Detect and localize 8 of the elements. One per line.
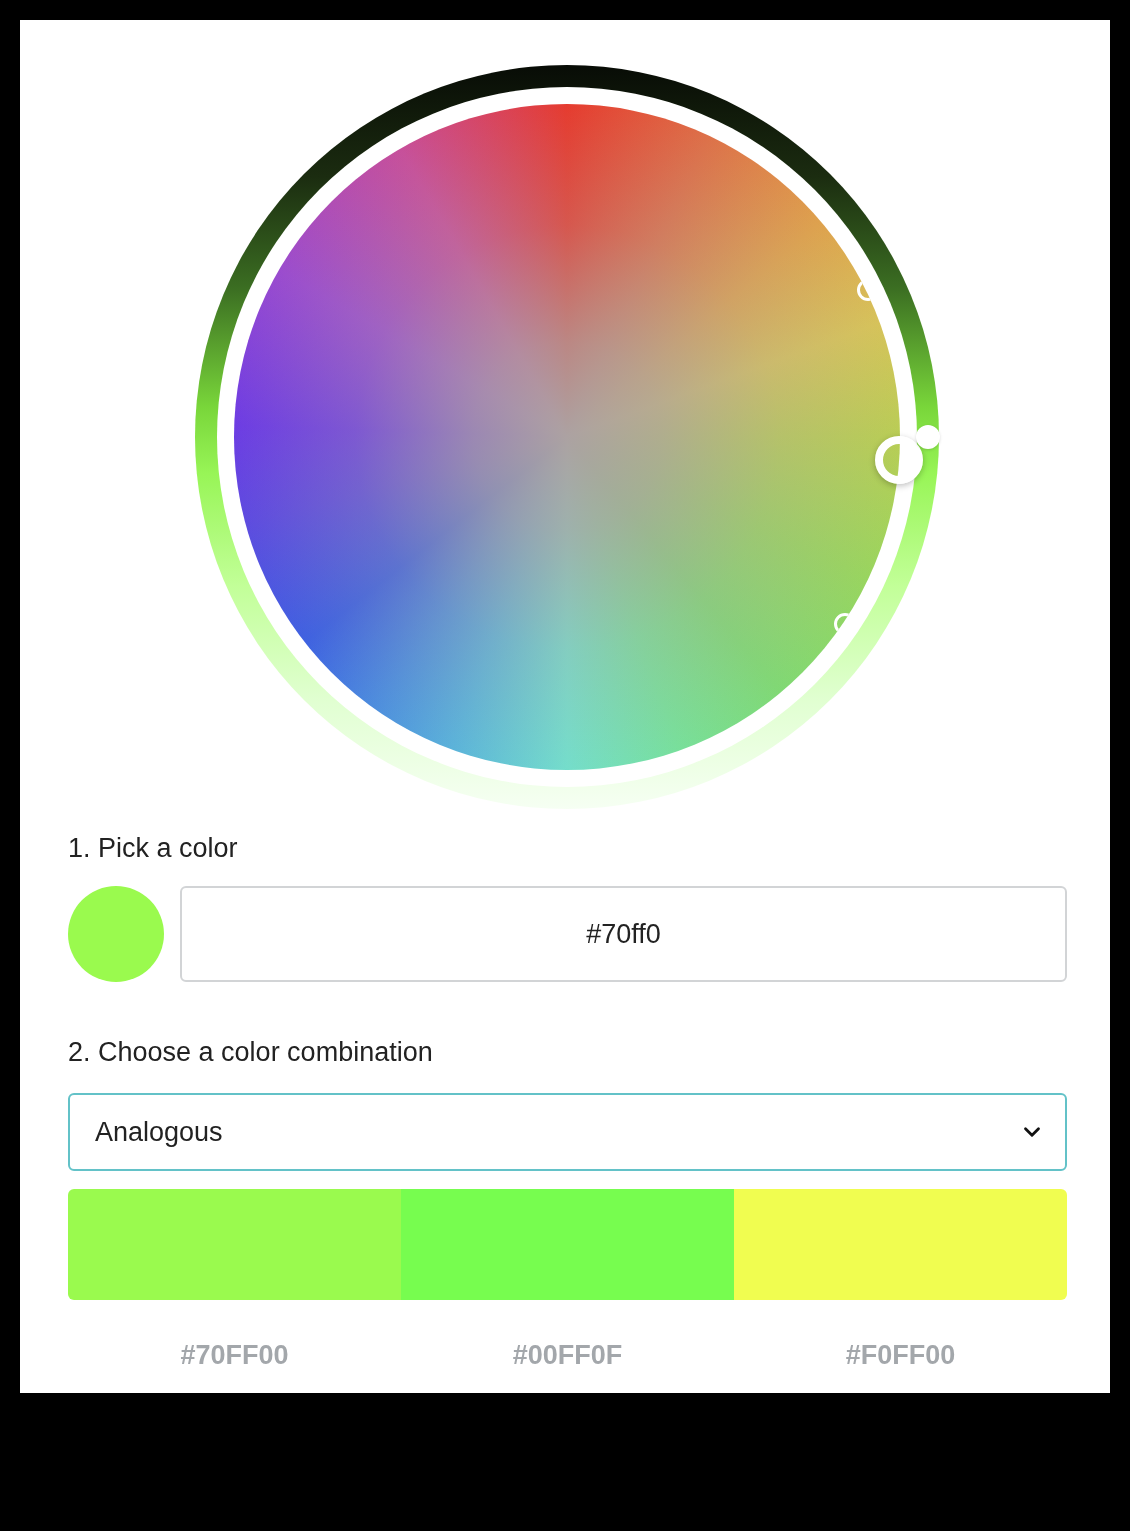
hex-code-label: #F0FF00: [845, 1339, 956, 1372]
step-label: 1. Pick a color: [68, 832, 239, 865]
hex-input[interactable]: #70ff0: [180, 886, 1067, 982]
hex-code-label: #00FF0F: [512, 1339, 623, 1372]
step-label: 2. Choose a color combination: [68, 1036, 434, 1069]
hex-code-label: #70FF00: [180, 1339, 289, 1372]
combination-dropdown[interactable]: Analogous: [68, 1093, 1067, 1171]
lightness-handle[interactable]: [916, 425, 940, 449]
